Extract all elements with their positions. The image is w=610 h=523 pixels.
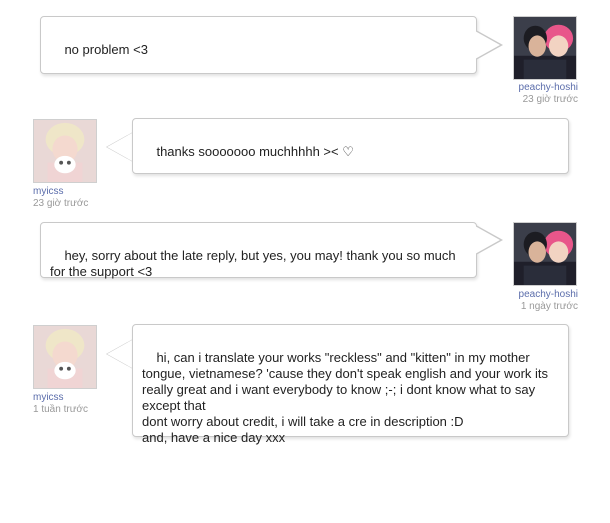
message-meta: myicss 1 tuần trước [33, 392, 88, 416]
timestamp: 1 ngày trước [520, 301, 578, 312]
username-link[interactable]: peachy-hoshi [519, 82, 578, 94]
couple-photo-avatar [514, 17, 576, 79]
timestamp: 23 giờ trước [522, 94, 578, 105]
message-bubble: hi, can i translate your works "reckless… [132, 324, 569, 445]
bubble-tail [107, 133, 132, 161]
message-meta: myicss 23 giờ trước [33, 186, 88, 210]
username-link[interactable]: myicss [33, 186, 88, 198]
avatar-myicss[interactable] [33, 325, 97, 389]
message-text: thanks sooooooo muchhhhh >< ♡ [156, 144, 354, 159]
timestamp: 1 tuần trước [33, 404, 88, 415]
message-meta: peachy-hoshi 23 giờ trước [519, 82, 578, 106]
bubble-tail [107, 340, 132, 368]
bubble-tail [475, 226, 500, 254]
message-meta: peachy-hoshi 1 ngày trước [519, 289, 578, 313]
message-bubble: hey, sorry about the late reply, but yes… [40, 222, 477, 279]
blonde-person-avatar [34, 120, 96, 182]
couple-photo-avatar [514, 223, 576, 285]
message-text: hey, sorry about the late reply, but yes… [50, 248, 460, 279]
avatar-peachy-hoshi[interactable] [513, 16, 577, 80]
username-link[interactable]: peachy-hoshi [519, 289, 578, 301]
avatar-myicss[interactable] [33, 119, 97, 183]
message-bubble: thanks sooooooo muchhhhh >< ♡ [132, 118, 569, 174]
message-text: no problem <3 [64, 42, 148, 57]
message-bubble: no problem <3 [40, 16, 477, 74]
bubble-tail [475, 31, 500, 59]
timestamp: 23 giờ trước [33, 198, 89, 209]
message-text: hi, can i translate your works "reckless… [142, 350, 549, 445]
avatar-peachy-hoshi[interactable] [513, 222, 577, 286]
username-link[interactable]: myicss [33, 392, 88, 404]
blonde-person-avatar [34, 326, 96, 388]
